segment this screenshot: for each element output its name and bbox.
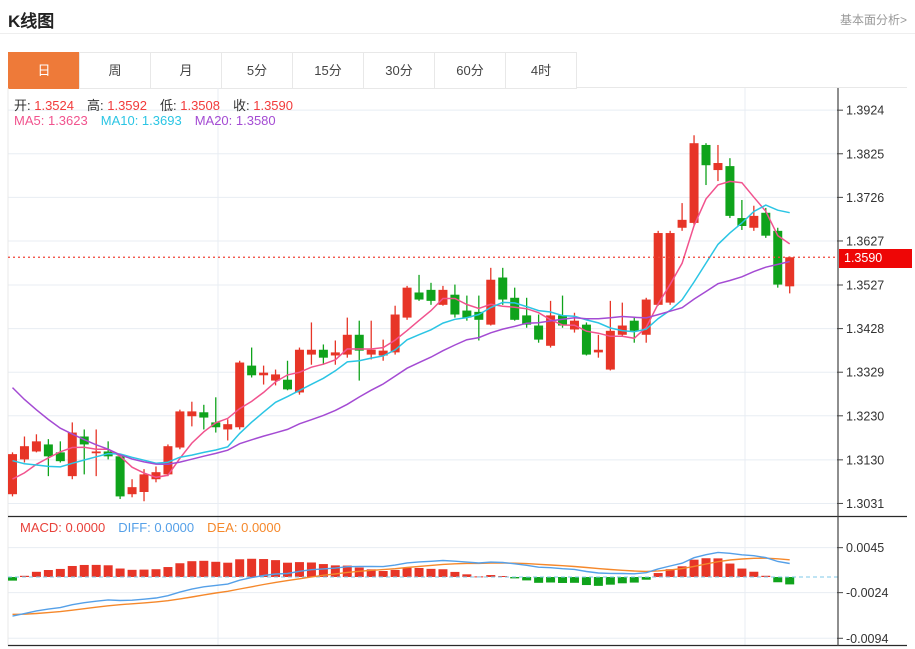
- axis-tick-label: 1.3627: [846, 234, 884, 248]
- ohlc-item-3: 收: 1.3590: [233, 95, 293, 114]
- axis-tick-label: 1.3825: [846, 147, 884, 161]
- macd-item-2: DEA: 0.0000: [207, 520, 281, 535]
- ma-item-0: MA5: 1.3623: [14, 113, 88, 128]
- axis-tick-label: 1.3230: [846, 409, 884, 423]
- kline-widget: K线图 基本面分析> 日周月5分15分30分60分4时 1.39241.3825…: [0, 0, 915, 649]
- current-price-tag: 1.3590: [839, 249, 912, 268]
- axis-tick-label: -0.0094: [846, 632, 888, 646]
- axis-tick-label: 1.3031: [846, 497, 884, 511]
- macd-item-0: MACD: 0.0000: [20, 520, 105, 535]
- axis-tick-label: 1.3527: [846, 279, 884, 293]
- macd-item-1: DIFF: 0.0000: [118, 520, 194, 535]
- macd-lines: [13, 552, 790, 616]
- macd-legend: MACD: 0.0000 DIFF: 0.0000 DEA: 0.0000: [20, 520, 294, 535]
- ma-legend: MA5: 1.3623 MA10: 1.3693 MA20: 1.3580: [14, 113, 289, 128]
- axis-tick-label: 1.3428: [846, 322, 884, 336]
- ma5-line: [13, 181, 790, 479]
- candles-layer: [8, 135, 794, 501]
- ma-item-1: MA10: 1.3693: [101, 113, 182, 128]
- axis-tick-label: -0.0024: [846, 586, 888, 600]
- ohlc-item-2: 低: 1.3508: [160, 95, 220, 114]
- macd-histogram: [8, 558, 794, 586]
- axis-tick-label: 1.3130: [846, 453, 884, 467]
- axis-tick-label: 1.3924: [846, 104, 884, 118]
- ma-lines: [13, 181, 790, 479]
- axis-tick-label: 0.0045: [846, 541, 884, 555]
- axis-tick-label: 1.3329: [846, 366, 884, 380]
- ohlc-item-1: 高: 1.3592: [87, 95, 147, 114]
- ohlc-legend: 开: 1.3524 高: 1.3592 低: 1.3508 收: 1.3590: [14, 95, 306, 114]
- ohlc-item-0: 开: 1.3524: [14, 95, 74, 114]
- ma-item-2: MA20: 1.3580: [195, 113, 276, 128]
- axis-tick-label: 1.3726: [846, 191, 884, 205]
- axis-layer: 1.3924 1.3825 1.3726 1.3627 1.3527 1.3428 1.33…: [8, 88, 907, 646]
